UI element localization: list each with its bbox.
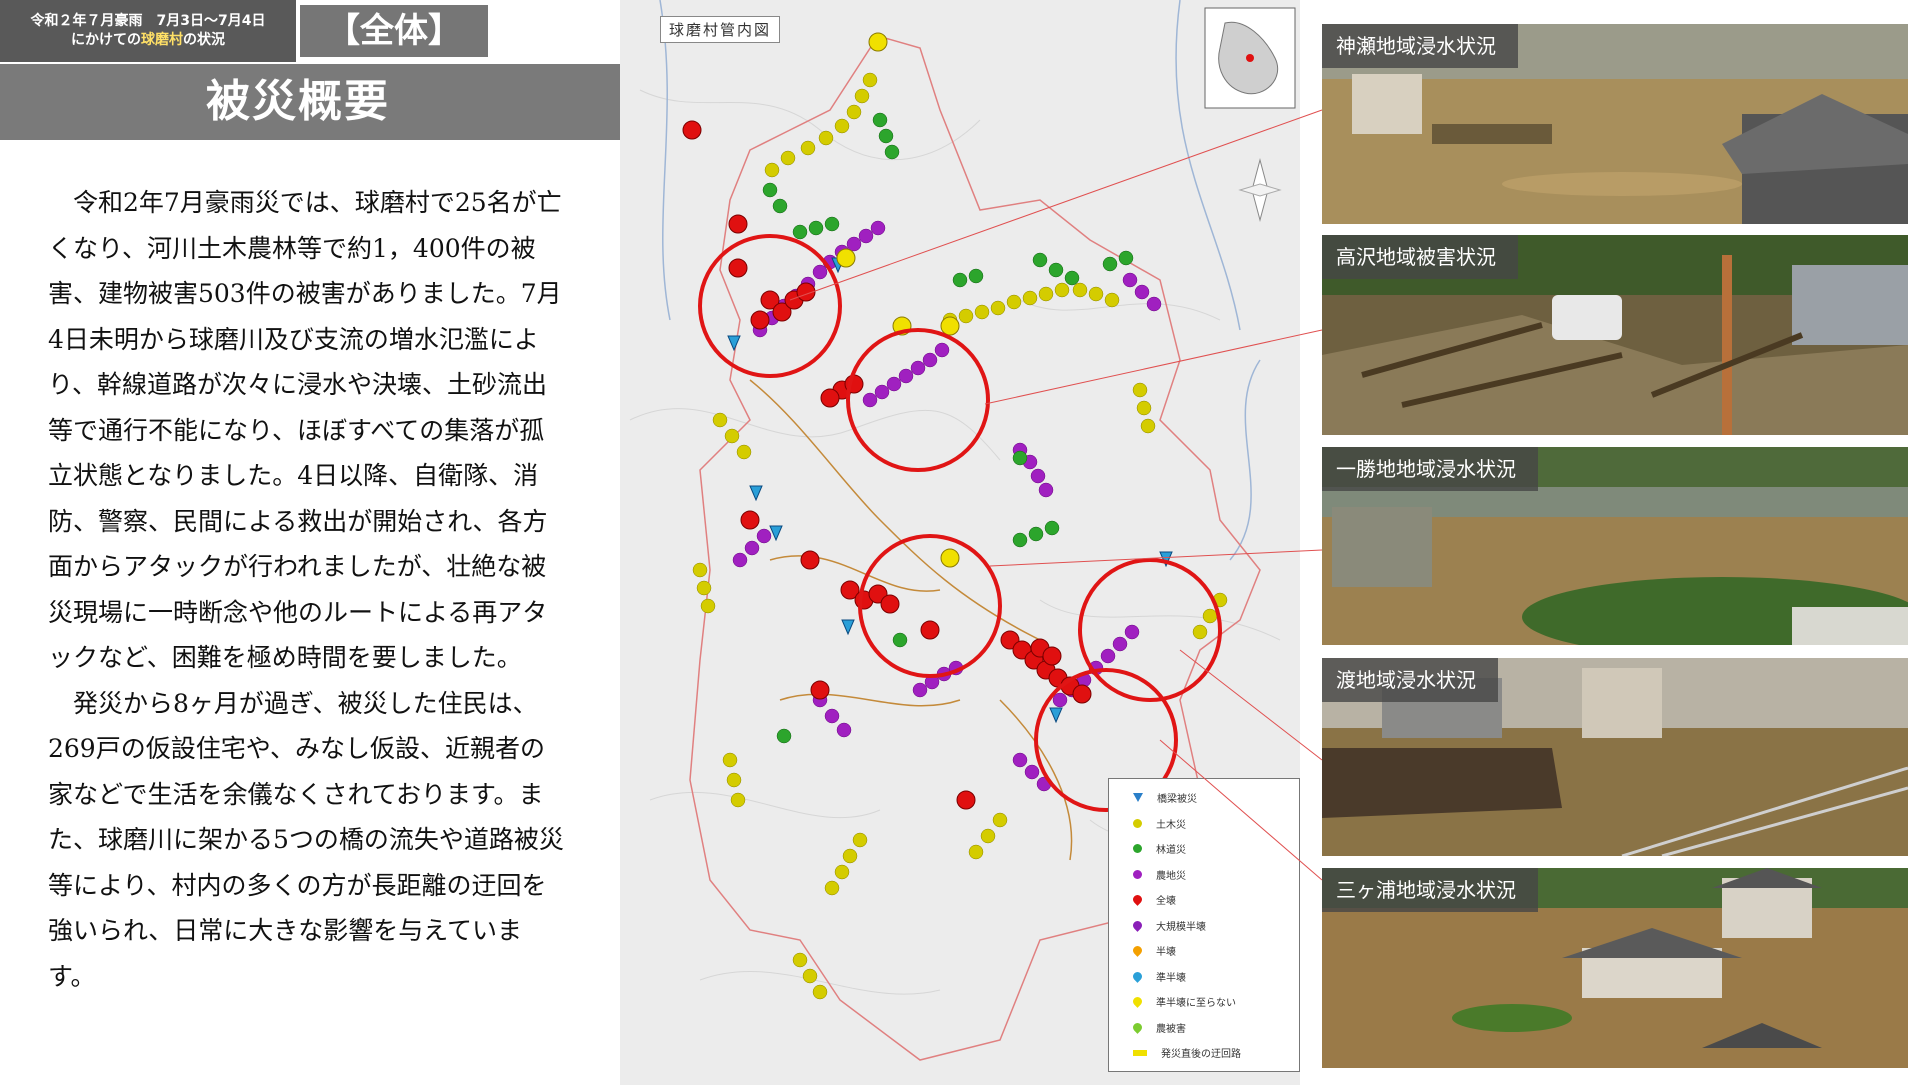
pin-icon <box>1131 944 1144 958</box>
legend-item: 全壊 <box>1115 887 1293 913</box>
legend-item: 林道災 <box>1115 836 1293 862</box>
legend-label: 橋梁被災 <box>1157 794 1197 806</box>
summary-text: 令和2年7月豪雨災では、球磨村で25名が亡くなり、河川土木農林等で約1，400件… <box>48 180 566 999</box>
legend-item: 半壊 <box>1115 938 1293 964</box>
inset-map <box>1204 7 1296 109</box>
title-bar: 被災概要 <box>0 64 620 140</box>
village-map: 球磨村管内図 橋梁被災土木災林道災農地災全壊大規模半壊半壊準半壊準半壊に至らない… <box>620 0 1300 1085</box>
header-line-1: 令和２年７月豪雨 7月3日～7月4日 <box>30 13 266 29</box>
header-subtitle: 令和２年７月豪雨 7月3日～7月4日 にかけての球磨村の状況 <box>0 0 296 62</box>
triangle-marker-icon <box>1133 793 1143 803</box>
legend-label: 林道災 <box>1156 845 1186 857</box>
pin-icon <box>1131 1020 1144 1034</box>
page-title: 被災概要 <box>206 76 390 127</box>
bar-icon <box>1133 1049 1147 1056</box>
legend-item: 準半壊 <box>1115 964 1293 990</box>
legend-item: 大規模半壊 <box>1115 913 1293 939</box>
photo-takazawa: 高沢地域被害状況 <box>1322 235 1908 435</box>
legend-item: 農被害 <box>1115 1015 1293 1041</box>
dot-icon <box>1133 844 1142 854</box>
legend-label: 農被害 <box>1156 1023 1186 1035</box>
photo-caption-3: 一勝地地域浸水状況 <box>1322 447 1538 491</box>
photo-kouse: 神瀬地域浸水状況 <box>1322 24 1908 224</box>
dot-icon <box>1133 869 1142 879</box>
legend-label: 大規模半壊 <box>1156 921 1206 933</box>
pin-icon <box>1131 893 1144 907</box>
photo-caption-5: 三ヶ浦地域浸水状況 <box>1322 868 1538 912</box>
village-name-highlight: 球磨村 <box>141 32 183 48</box>
pin-icon <box>1131 969 1144 983</box>
legend-label: 土木災 <box>1156 819 1186 831</box>
legend-item: 発災直後の迂回路 <box>1115 1040 1293 1066</box>
pin-icon <box>1131 995 1144 1009</box>
map-title: 球磨村管内図 <box>660 16 781 43</box>
legend-label: 準半壊に至らない <box>1156 998 1236 1010</box>
map-legend: 橋梁被災土木災林道災農地災全壊大規模半壊半壊準半壊準半壊に至らない 農被害発災直後… <box>1108 778 1300 1072</box>
summary-paragraph-1: 令和2年7月豪雨災では、球磨村で25名が亡くなり、河川土木農林等で約1，400件… <box>48 188 562 672</box>
legend-item: 準半壊に至らない <box>1115 989 1293 1015</box>
photo-mikaura: 三ヶ浦地域浸水状況 <box>1322 868 1908 1068</box>
pin-icon <box>1131 918 1144 932</box>
legend-label: 農地災 <box>1156 870 1186 882</box>
legend-label: 発災直後の迂回路 <box>1161 1049 1241 1061</box>
photo-watari: 渡地域浸水状況 <box>1322 658 1908 856</box>
photo-caption-4: 渡地域浸水状況 <box>1322 658 1498 702</box>
header-line-2: にかけての球磨村の状況 <box>71 32 225 48</box>
scope-tag: 【全体】 <box>300 5 488 57</box>
photo-caption-2: 高沢地域被害状況 <box>1322 235 1518 279</box>
summary-paragraph-2: 発災から8ヶ月が過ぎ、被災した住民は、269戸の仮設住宅や、みなし仮設、近親者の… <box>48 688 564 991</box>
legend-item: 土木災 <box>1115 811 1293 837</box>
legend-label: 準半壊 <box>1156 972 1186 984</box>
legend-item: 農地災 <box>1115 862 1293 888</box>
photo-isshouchi: 一勝地地域浸水状況 <box>1322 447 1908 645</box>
legend-item: 橋梁被災 <box>1115 785 1293 811</box>
legend-label: 半壊 <box>1156 947 1176 959</box>
photo-caption-1: 神瀬地域浸水状況 <box>1322 24 1518 68</box>
legend-label: 全壊 <box>1156 896 1176 908</box>
photo-column: 神瀬地域浸水状況 高沢地域被害状況 一勝地地域浸水状況 渡地域浸水状況 三ヶ浦地… <box>1322 0 1920 1085</box>
dot-icon <box>1133 818 1142 828</box>
